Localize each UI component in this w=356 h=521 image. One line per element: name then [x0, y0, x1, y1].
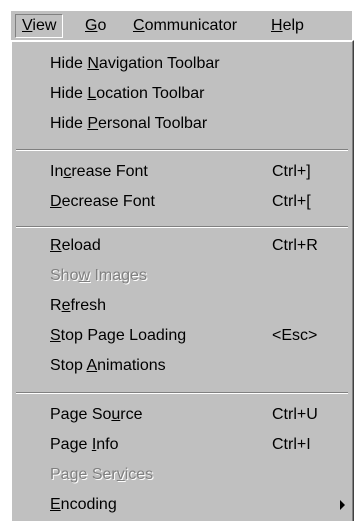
shortcut-label: Ctrl+U	[272, 406, 318, 423]
menu-item-page-info[interactable]: Page Info Ctrl+I	[14, 431, 350, 459]
menu-separator	[16, 149, 348, 151]
shortcut-label: Ctrl+[	[272, 193, 311, 210]
menu-item-increase-font[interactable]: Increase Font Ctrl+]	[14, 158, 350, 186]
menu-communicator[interactable]: Communicator	[127, 14, 243, 38]
shortcut-label: Ctrl+I	[272, 436, 311, 453]
menu-item-label: Hide Location Toolbar	[50, 85, 205, 102]
menu-item-label: Increase Font	[50, 163, 148, 180]
menu-help[interactable]: Help	[265, 14, 310, 38]
menu-item-label: Page Source	[50, 406, 143, 423]
menu-item-label: Encoding	[50, 496, 117, 513]
view-menu-dropdown: Hide Navigation Toolbar Hide Location To…	[10, 40, 354, 521]
menu-item-encoding[interactable]: Encoding	[14, 491, 350, 519]
menu-item-hide-navigation-toolbar[interactable]: Hide Navigation Toolbar	[14, 50, 350, 78]
shortcut-label: Ctrl+R	[272, 237, 318, 254]
menu-item-hide-personal-toolbar[interactable]: Hide Personal Toolbar	[14, 110, 350, 138]
menu-view[interactable]: View	[15, 14, 64, 38]
menu-separator	[16, 392, 348, 394]
shortcut-label: <Esc>	[272, 327, 318, 344]
menu-item-page-services: Page Services	[14, 461, 350, 489]
menu-item-label: Stop Page Loading	[50, 327, 187, 344]
menu-bar: View Go Communicator Help	[10, 10, 352, 40]
menu-item-label: Decrease Font	[50, 193, 155, 210]
menu-item-label: Page Info	[50, 436, 119, 453]
shortcut-label: Ctrl+]	[272, 163, 311, 180]
submenu-arrow-icon	[340, 500, 345, 510]
menu-item-page-source[interactable]: Page Source Ctrl+U	[14, 401, 350, 429]
menu-item-reload[interactable]: Reload Ctrl+R	[14, 232, 350, 260]
menu-item-show-images: Show Images	[14, 262, 350, 290]
menu-separator	[16, 226, 348, 228]
menu-item-hide-location-toolbar[interactable]: Hide Location Toolbar	[14, 80, 350, 108]
menu-item-label: Stop Animations	[50, 357, 166, 374]
menu-go[interactable]: Go	[79, 14, 112, 38]
menu-item-stop-animations[interactable]: Stop Animations	[14, 352, 350, 380]
menu-item-refresh[interactable]: Refresh	[14, 292, 350, 320]
menu-item-decrease-font[interactable]: Decrease Font Ctrl+[	[14, 188, 350, 216]
menu-item-label: Page Services	[50, 466, 154, 483]
menu-item-label: Refresh	[50, 297, 107, 314]
menu-item-label: Hide Personal Toolbar	[50, 115, 208, 132]
menu-item-label: Hide Navigation Toolbar	[50, 55, 220, 72]
menu-item-label: Reload	[50, 237, 101, 254]
menu-item-label: Show Images	[50, 267, 147, 284]
menu-item-stop-page-loading[interactable]: Stop Page Loading <Esc>	[14, 322, 350, 350]
